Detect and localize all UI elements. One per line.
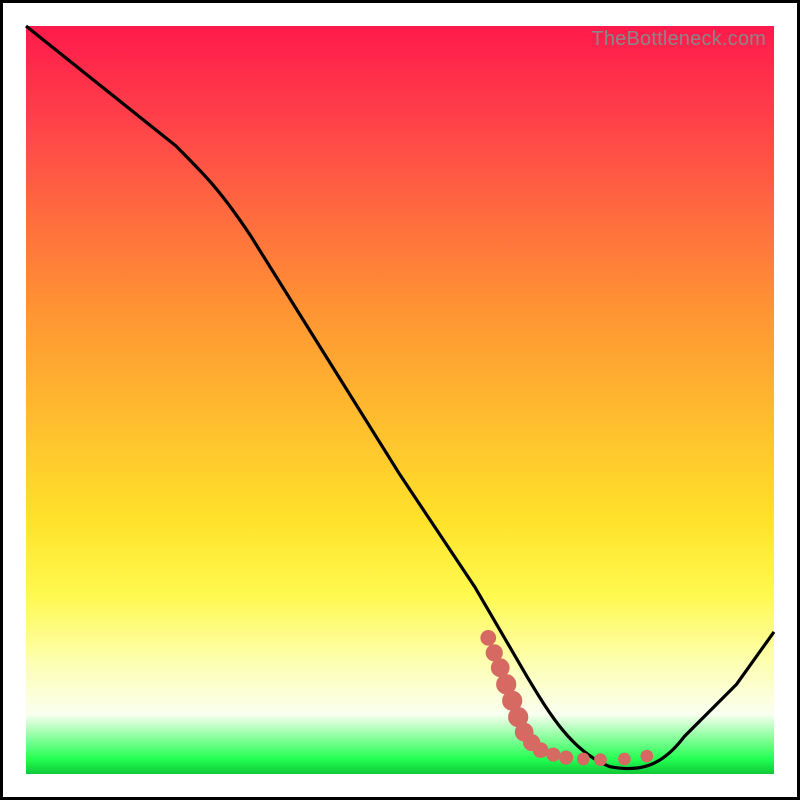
- highlight-dot: [594, 754, 606, 766]
- chart-svg: [26, 26, 774, 774]
- plot-area: TheBottleneck.com: [26, 26, 774, 774]
- highlight-dot: [577, 753, 589, 765]
- bottleneck-curve-path: [26, 26, 774, 769]
- highlight-dot: [481, 630, 496, 645]
- highlight-point-group: [481, 630, 653, 765]
- highlight-dot: [618, 753, 630, 765]
- highlight-dot: [559, 751, 572, 764]
- highlight-dot: [491, 659, 509, 677]
- chart-frame: TheBottleneck.com: [0, 0, 800, 800]
- highlight-dot: [547, 748, 560, 761]
- highlight-dot: [533, 743, 548, 758]
- highlight-dot: [641, 750, 653, 762]
